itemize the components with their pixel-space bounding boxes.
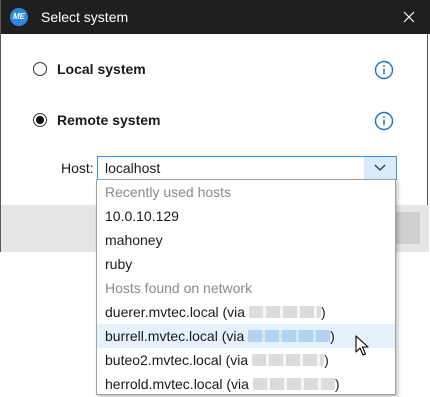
list-item[interactable]: mahoney [97,228,395,252]
local-system-radio[interactable] [33,62,47,76]
redacted-address [252,354,325,366]
remote-system-radio[interactable] [33,113,47,127]
host-name: duerer.mvtec.local (via [105,304,246,320]
mouse-pointer-icon [355,335,369,356]
chevron-down-icon [374,164,386,171]
host-label: Host: [61,160,94,176]
list-item[interactable]: duerer.mvtec.local (via ) [97,300,395,324]
local-system-label: Local system [57,61,146,77]
host-input[interactable]: localhost [105,160,160,176]
recent-hosts-header: Recently used hosts [105,184,232,200]
network-hosts-header: Hosts found on network [105,280,253,296]
host-suffix: ) [334,376,340,392]
dropdown-toggle-button[interactable] [364,157,396,179]
host-name: burrell.mvtec.local (via [105,328,245,344]
close-icon [403,11,415,23]
host-suffix: ) [320,304,326,320]
window-title: Select system [41,9,129,25]
info-icon[interactable] [374,60,394,80]
list-item[interactable]: buteo2.mvtec.local (via ) [97,348,395,372]
info-icon[interactable] [374,111,394,131]
host-dropdown-list: Recently used hosts 10.0.10.129 mahoney … [96,179,396,395]
remote-system-option[interactable]: Remote system [33,110,161,130]
list-item[interactable]: herrold.mvtec.local (via ) [97,372,395,396]
list-item[interactable]: ruby [97,252,395,276]
host-name: herrold.mvtec.local (via [105,376,249,392]
list-item-hovered[interactable]: burrell.mvtec.local (via ) [97,324,395,348]
title-bar: ME Select system [1,0,430,34]
redacted-address [248,306,321,318]
local-system-option[interactable]: Local system [33,59,146,79]
footer-button[interactable] [396,212,420,244]
host-suffix: ) [330,328,335,344]
redacted-address [252,378,335,390]
list-item[interactable]: 10.0.10.129 [97,204,395,228]
host-combobox[interactable]: localhost [97,156,397,180]
host-name: buteo2.mvtec.local (via [105,352,249,368]
redacted-address [248,330,331,342]
host-suffix: ) [324,352,329,368]
app-logo-icon: ME [10,8,28,26]
remote-system-label: Remote system [57,112,161,128]
close-button[interactable] [387,0,430,34]
